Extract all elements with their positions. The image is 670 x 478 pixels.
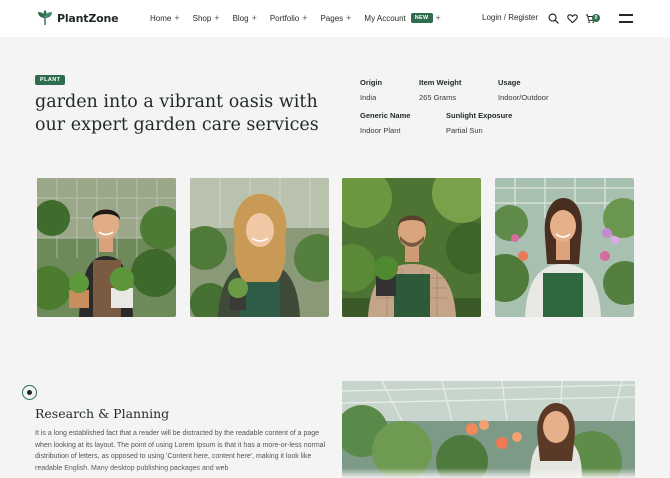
spec-label: Generic Name [360, 111, 411, 120]
nav-item-label: My Account [364, 13, 406, 23]
plus-icon: + [174, 13, 180, 23]
spec-value: India [360, 93, 377, 102]
gallery-photo-gardener-2[interactable] [190, 178, 329, 317]
plus-icon: + [251, 13, 257, 23]
page-fold-fade [0, 468, 670, 478]
spec-item-weight: Item Weight 265 Grams [419, 78, 461, 102]
gallery-photo-gardener-4[interactable] [495, 178, 634, 317]
plus-icon: + [302, 13, 308, 23]
nav-item-label: Portfolio [269, 13, 300, 23]
main-nav: Home + Shop + Blog + Portfolio + Pages +… [150, 13, 454, 23]
spec-generic-name: Generic Name Indoor Plant [360, 111, 410, 135]
nav-item-label: Home [150, 13, 172, 23]
nav-item-portfolio[interactable]: Portfolio + [270, 13, 308, 23]
search-icon[interactable] [548, 13, 559, 24]
spec-value: Indoor Plant [360, 126, 401, 135]
category-tag: PLANT [35, 75, 66, 85]
plus-icon: + [346, 13, 352, 23]
spec-value: Indoor/Outdoor [498, 93, 549, 102]
heart-icon[interactable] [567, 13, 578, 24]
nav-item-shop[interactable]: Shop + [193, 13, 220, 23]
spec-value: 265 Grams [419, 93, 457, 102]
cart-count-badge: 0 [592, 14, 600, 22]
menu-icon[interactable] [619, 14, 633, 23]
hero-title: garden into a vibrant oasis with our exp… [35, 92, 319, 135]
gallery-photo-gardener-3[interactable] [342, 178, 481, 317]
research-title: Research & Planning [35, 406, 170, 421]
brand-name: PlantZone [57, 11, 119, 25]
nav-item-label: Shop [192, 13, 212, 23]
plant-logo-icon [38, 10, 52, 25]
spec-value: Partial Sun [446, 126, 483, 135]
new-badge: NEW [410, 13, 433, 23]
brand-logo[interactable]: PlantZone [37, 10, 119, 26]
spec-origin: Origin India [360, 78, 382, 102]
radio-dot-icon [22, 385, 37, 400]
nav-item-label: Blog [232, 13, 249, 23]
nav-item-blog[interactable]: Blog + [233, 13, 257, 23]
nav-item-home[interactable]: Home + [150, 13, 180, 23]
spec-label: Origin [360, 78, 383, 87]
login-register-link[interactable]: Login / Register [482, 13, 538, 22]
spec-sunlight-exposure: Sunlight Exposure Partial Sun [446, 111, 512, 135]
spec-label: Item Weight [419, 78, 462, 87]
plus-icon: + [214, 13, 220, 23]
research-photo-greenhouse [342, 381, 635, 478]
nav-item-pages[interactable]: Pages + [320, 13, 351, 23]
spec-usage: Usage Indoor/Outdoor [498, 78, 548, 102]
gallery-photo-gardener-1[interactable] [37, 178, 176, 317]
spec-label: Usage [498, 78, 521, 87]
spec-label: Sunlight Exposure [446, 111, 513, 120]
site-header: PlantZone Home + Shop + Blog + Portfolio… [0, 0, 670, 37]
plus-icon: + [435, 13, 441, 23]
nav-item-my-account[interactable]: My Account NEW + [364, 13, 441, 23]
nav-item-label: Pages [320, 13, 344, 23]
